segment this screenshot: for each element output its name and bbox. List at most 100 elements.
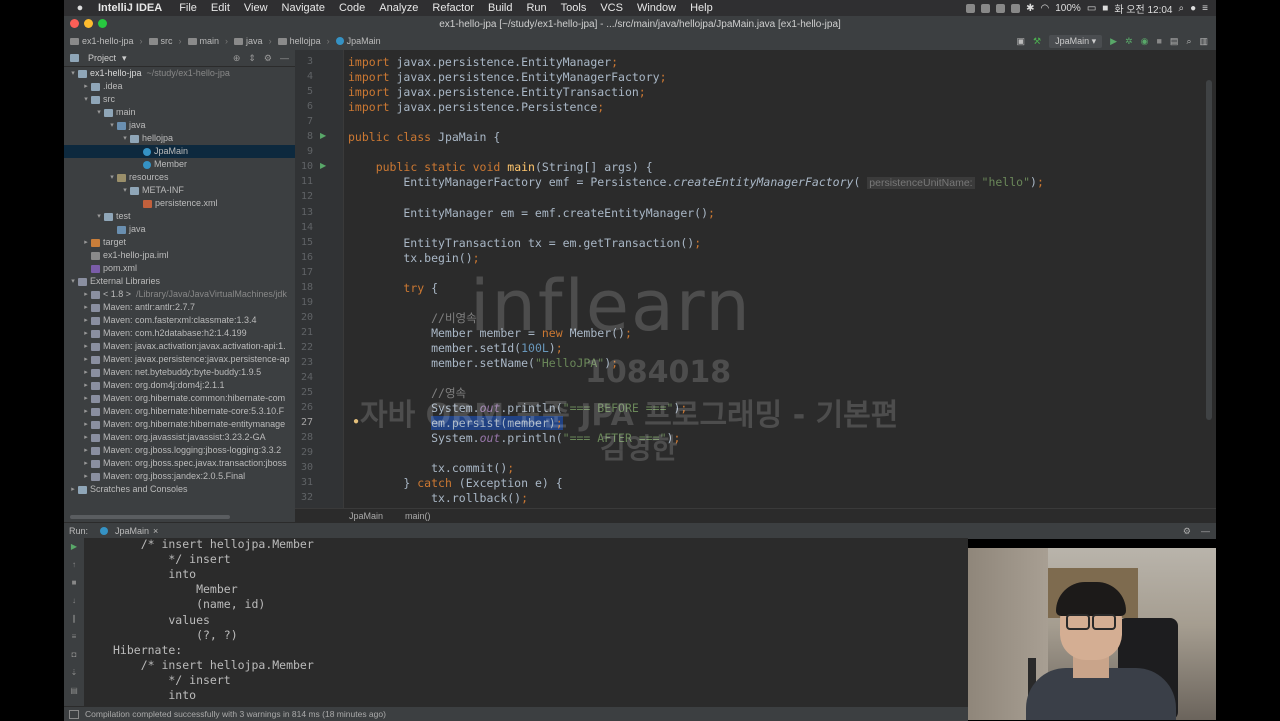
hide-icon[interactable]: — — [280, 53, 289, 64]
status-app-icon[interactable] — [966, 3, 976, 13]
chevron-right-icon[interactable]: ▸ — [81, 353, 91, 366]
menu-analyze[interactable]: Analyze — [379, 2, 418, 14]
camera-icon[interactable]: ◘ — [64, 646, 84, 664]
chevron-right-icon[interactable]: ▸ — [81, 327, 91, 340]
menu-vcs[interactable]: VCS — [600, 2, 623, 14]
tree-item[interactable]: ▸ Maven: antlr:antlr:2.7.7 — [64, 301, 295, 314]
tree-item[interactable]: Member — [64, 158, 295, 171]
chevron-right-icon[interactable]: ▸ — [81, 405, 91, 418]
menu-build[interactable]: Build — [488, 2, 512, 14]
hide-icon[interactable]: — — [1201, 526, 1210, 537]
editor-breadcrumb-item[interactable]: main() — [405, 511, 431, 521]
tree-item[interactable]: ▾ META-INF — [64, 184, 295, 197]
breadcrumb-item[interactable]: hellojpa — [290, 36, 321, 46]
status-app-icon[interactable] — [981, 3, 991, 13]
bluetooth-icon[interactable]: ✱ — [1026, 3, 1034, 14]
spotlight-icon[interactable]: ⌕ — [1179, 3, 1185, 14]
tree-item[interactable]: ▸ Maven: org.dom4j:dom4j:2.1.1 — [64, 379, 295, 392]
up-icon[interactable]: ↑ — [64, 556, 84, 574]
code-line[interactable]: import javax.persistence.Persistence; — [348, 100, 604, 115]
menu-tools[interactable]: Tools — [561, 2, 587, 14]
run-gutter-icon[interactable]: ▶ — [320, 161, 326, 170]
code-line[interactable]: //영속 — [348, 386, 466, 401]
chevron-down-icon[interactable]: ▾ — [68, 275, 78, 288]
chevron-right-icon[interactable]: ▸ — [81, 392, 91, 405]
run-gutter-icon[interactable]: ▶ — [320, 131, 326, 140]
chevron-right-icon[interactable]: ▸ — [68, 483, 78, 496]
tree-item[interactable]: ▸ < 1.8 > /Library/Java/JavaVirtualMachine… — [64, 288, 295, 301]
minimize-window-button[interactable] — [84, 19, 93, 28]
soft-wrap-icon[interactable]: ≡ — [64, 628, 84, 646]
menu-refactor[interactable]: Refactor — [432, 2, 474, 14]
chevron-right-icon[interactable]: ▸ — [81, 418, 91, 431]
tree-item[interactable]: ▸ Maven: org.javassist:javassist:3.23.2-G… — [64, 431, 295, 444]
vertical-scrollbar[interactable] — [1206, 80, 1212, 420]
debug-icon[interactable]: ✲ — [1125, 36, 1133, 47]
tree-item[interactable]: ▸ Maven: javax.persistence:javax.persiste… — [64, 353, 295, 366]
chevron-right-icon[interactable]: ▸ — [81, 431, 91, 444]
chevron-right-icon[interactable]: ▸ — [81, 236, 91, 249]
chevron-right-icon[interactable]: ▸ — [81, 80, 91, 93]
tree-item[interactable]: ▾ test — [64, 210, 295, 223]
tree-item[interactable]: ▸ Maven: org.jboss.logging:jboss-logging:… — [64, 444, 295, 457]
code-line[interactable]: System.out.println("=== BEFORE ==="); — [348, 401, 687, 416]
chevron-right-icon[interactable]: ▸ — [81, 288, 91, 301]
tree-item[interactable]: ex1-hello-jpa.iml — [64, 249, 295, 262]
chevron-right-icon[interactable]: ▸ — [81, 444, 91, 457]
menu-window[interactable]: Window — [637, 2, 676, 14]
tree-item[interactable]: ▾ External Libraries — [64, 275, 295, 288]
menu-run[interactable]: Run — [526, 2, 546, 14]
run-console[interactable]: /* insert hellojpa.Member */ insert into… — [85, 538, 968, 706]
chevron-right-icon[interactable]: ▸ — [81, 314, 91, 327]
collapse-icon[interactable]: ⇕ — [248, 53, 256, 64]
scroll-end-icon[interactable]: ⇣ — [64, 664, 84, 682]
close-icon[interactable]: × — [153, 526, 158, 536]
tree-item[interactable]: ▸ Maven: org.jboss.spec.javax.transaction… — [64, 457, 295, 470]
wifi-icon[interactable]: ◠ — [1041, 3, 1050, 14]
code-line[interactable]: import javax.persistence.EntityTransacti… — [348, 85, 646, 100]
chevron-right-icon[interactable]: ▸ — [81, 301, 91, 314]
gear-icon[interactable]: ⚙ — [1183, 526, 1191, 537]
breadcrumb-item[interactable]: java — [246, 36, 263, 46]
chevron-down-icon[interactable]: ▾ — [120, 184, 130, 197]
search-icon[interactable]: ⌕ — [1186, 36, 1191, 47]
tree-item[interactable]: ▸ target — [64, 236, 295, 249]
locate-icon[interactable]: ⊕ — [233, 53, 241, 64]
close-window-button[interactable] — [70, 19, 79, 28]
code-line[interactable]: Member member = new Member(); — [348, 326, 632, 341]
chevron-down-icon[interactable]: ▾ — [94, 106, 104, 119]
input-source-icon[interactable]: ■ — [1102, 3, 1108, 14]
project-structure-icon[interactable]: ▣ — [1017, 36, 1026, 47]
tree-item[interactable]: pom.xml — [64, 262, 295, 275]
tree-item[interactable]: persistence.xml — [64, 197, 295, 210]
code-line[interactable]: try { — [348, 281, 438, 296]
menu-code[interactable]: Code — [339, 2, 365, 14]
code-line[interactable]: public class JpaMain { — [348, 130, 500, 145]
code-line[interactable]: tx.begin(); — [348, 251, 479, 266]
zoom-window-button[interactable] — [98, 19, 107, 28]
run-icon[interactable]: ▶ — [1110, 36, 1117, 47]
breadcrumb-item[interactable]: main — [200, 36, 220, 46]
breadcrumb-item[interactable]: JpaMain — [347, 36, 381, 46]
status-app-icon[interactable] — [1011, 3, 1021, 13]
chevron-right-icon[interactable]: ▸ — [81, 366, 91, 379]
code-line[interactable]: tx.rollback(); — [348, 491, 528, 506]
user-icon[interactable]: ● — [1190, 3, 1196, 14]
gear-icon[interactable]: ⚙ — [264, 53, 272, 64]
tree-item[interactable]: ▾ ex1-hello-jpa ~/study/ex1-hello-jpa — [64, 67, 295, 80]
layout-icon[interactable]: ▤ — [1170, 36, 1179, 47]
horizontal-scrollbar[interactable] — [70, 515, 230, 519]
code-line[interactable]: tx.commit(); — [348, 461, 514, 476]
code-line[interactable]: EntityTransaction tx = em.getTransaction… — [348, 236, 701, 251]
down-icon[interactable]: ↓ — [64, 592, 84, 610]
tree-item[interactable]: ▸ Maven: com.fasterxml:classmate:1.3.4 — [64, 314, 295, 327]
code-line[interactable]: System.out.println("=== AFTER ==="); — [348, 431, 680, 446]
menu-edit[interactable]: Edit — [211, 2, 230, 14]
project-view-select[interactable]: Project — [88, 53, 116, 63]
code-line[interactable]: EntityManager em = emf.createEntityManag… — [348, 206, 715, 221]
editor-breadcrumb-item[interactable]: JpaMain — [349, 511, 383, 521]
clock[interactable]: 화 오전 12:04 — [1114, 1, 1172, 16]
breadcrumb-item[interactable]: src — [161, 36, 173, 46]
menu-navigate[interactable]: Navigate — [282, 2, 325, 14]
run-configuration-select[interactable]: JpaMain ▾ — [1049, 34, 1103, 48]
